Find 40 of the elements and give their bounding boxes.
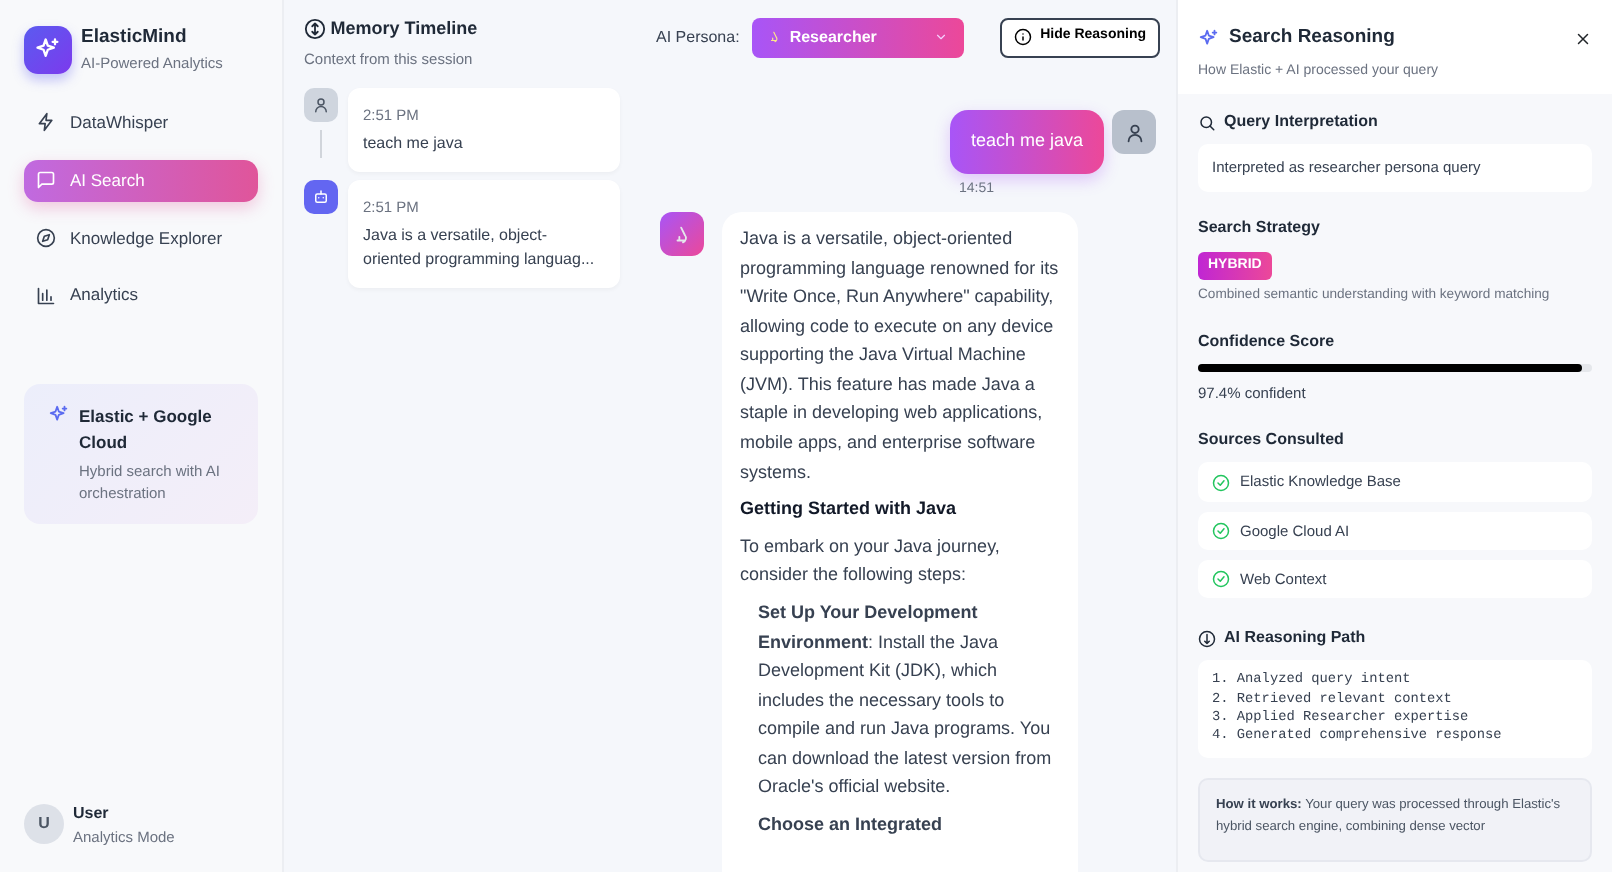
app-name: ElasticMind <box>81 24 189 52</box>
search-icon <box>1198 113 1216 132</box>
person-icon <box>312 96 330 114</box>
nav-item[interactable]: DataWhisper <box>24 102 258 144</box>
user-message: teach me java <box>950 110 1103 173</box>
sparkle-icon <box>48 404 70 426</box>
lightning-icon <box>36 112 56 133</box>
message-paragraph: Java is a versatile, object-oriented programming language renowned for its "Write Once, Run Anywhere" capability, allowing code to execute on any device supporting the Java Virtual Machine (JVM). This feature has made Java a staple in developing web applications, mobile apps, and enterprise software systems. <box>740 226 1060 486</box>
message-paragraph: To embark on your Java journey, consider the following steps: <box>740 533 1002 589</box>
memory-text: teach me java <box>363 131 465 155</box>
list-item: Set Up Your Development Environment: Install the Java Development Kit (JDK), which includes the necessary tools to compile and run Java programs. You can download the latest version from Oracle's official website. <box>756 599 1054 801</box>
persona-dropdown[interactable]: Researcher <box>751 17 965 57</box>
panel-title: Search Reasoning <box>1229 24 1395 52</box>
robot-icon <box>312 188 330 206</box>
section-title: Search Strategy <box>1198 215 1320 239</box>
section-title: AI Reasoning Path <box>1224 626 1366 651</box>
message-heading: Getting Started with Java <box>740 496 959 523</box>
chat-icon <box>36 170 56 191</box>
section-title: Memory Timeline <box>330 16 478 42</box>
user-avatar: U <box>24 804 64 845</box>
chevron-down-icon <box>934 30 949 44</box>
section-title: Confidence Score <box>1198 330 1335 355</box>
promo-title: Elastic + Google Cloud <box>79 404 214 455</box>
memory-text: Java is a versatile, object-oriented programming languag... <box>363 223 597 271</box>
history-icon <box>304 18 326 41</box>
close-icon <box>1574 29 1592 48</box>
nav-item[interactable]: Analytics <box>24 274 258 316</box>
close-button[interactable] <box>1574 29 1592 48</box>
compass-icon <box>36 227 56 248</box>
user-name: User <box>73 801 111 826</box>
section-title: Sources Consulted <box>1198 428 1344 453</box>
person-icon <box>1123 121 1145 143</box>
persona-label: AI Persona: <box>656 25 740 49</box>
sparkle-icon <box>1198 27 1220 50</box>
bar-chart-icon <box>36 285 56 306</box>
list-item: Choose an Integrated <box>756 811 945 838</box>
section-title: Query Interpretation <box>1224 110 1378 135</box>
nav-item[interactable]: Knowledge Explorer <box>24 217 258 259</box>
info-icon <box>1014 28 1033 46</box>
info-icon <box>1198 629 1216 648</box>
